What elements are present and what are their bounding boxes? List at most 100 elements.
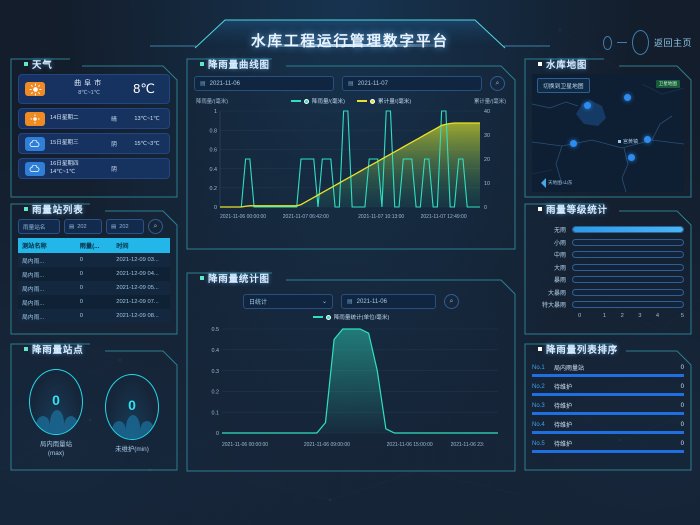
weather-forecast-row: 14日星期二 晴 13℃~1℃ <box>18 108 170 129</box>
svg-text:0.3: 0.3 <box>212 369 220 375</box>
curve-search-icon[interactable]: ⌕ <box>490 76 505 91</box>
curve-panel-title: 降雨量曲线图 <box>200 57 270 71</box>
rank-number: No.2 <box>532 383 545 390</box>
grade-label: 无雨 <box>553 228 566 234</box>
col-station-name: 测站名称 <box>18 238 76 253</box>
table-row[interactable]: 局内雨... 0 2021-12-09 04... <box>18 267 170 281</box>
legend-item-rainfall: 降雨量/(毫米) <box>290 97 345 105</box>
map-logo-icon <box>536 178 546 188</box>
svg-text:0.5: 0.5 <box>212 327 220 333</box>
grade-tick: 1 <box>602 312 607 319</box>
curve-end-date-picker[interactable]: ▤ 2021-11-07 <box>342 76 482 91</box>
gauge-label: 未维护(min) <box>115 445 149 453</box>
grade-row: 无雨 <box>532 225 684 234</box>
bullet-icon <box>24 347 28 351</box>
period-select[interactable]: 日统计 ⌄ <box>243 294 333 309</box>
sun-icon <box>25 111 45 126</box>
legend-item-cumulative: 累计量/(毫米) <box>357 97 411 105</box>
grade-x-axis: 0 1 2 3 4 5 <box>578 313 684 319</box>
gauge-panel-title: 降雨量站点 <box>24 342 84 356</box>
rank-name: 待维护 <box>554 404 573 410</box>
rank-fill <box>532 450 684 453</box>
rank-item[interactable]: No.2 待维护 0 <box>532 382 684 396</box>
rank-fill <box>532 431 684 434</box>
svg-text:2021-11-06 09:00:00: 2021-11-06 09:00:00 <box>304 442 350 448</box>
rank-value: 0 <box>680 402 684 409</box>
grade-track <box>572 226 684 233</box>
table-row[interactable]: 局内雨... 0 2021-12-09 08... <box>18 309 170 323</box>
map-body[interactable]: 宫黄镇 切换到卫星地图 卫星地图 天地图·山东 <box>532 74 684 192</box>
grade-bar-list: 无雨 小雨 中雨 大雨 暴雨 大暴雨 特大暴雨 <box>532 225 684 309</box>
bullet-icon <box>200 62 204 66</box>
decor-ellipse-small <box>602 35 612 50</box>
rank-panel-title: 降雨量列表排序 <box>538 342 618 356</box>
cell-value: 0 <box>79 285 83 291</box>
end-date-picker[interactable]: ▤ 202 <box>106 219 144 234</box>
svg-text:2021-11-06 00:00:00: 2021-11-06 00:00:00 <box>220 214 266 220</box>
calendar-icon: ▤ <box>348 81 354 87</box>
map-pin[interactable] <box>570 140 577 147</box>
gauge-item: 0 局内雨量站 (max) <box>29 369 83 459</box>
rank-name: 待维护 <box>554 423 573 429</box>
decor-line <box>616 42 627 43</box>
curve-start-date-value: 2021-11-06 <box>209 80 240 87</box>
cell-name: 局内雨... <box>22 300 45 307</box>
map-town-label: 宫黄镇 <box>618 138 638 145</box>
svg-text:1: 1 <box>214 109 217 115</box>
map-canvas[interactable]: 宫黄镇 切换到卫星地图 卫星地图 天地图·山东 <box>532 74 684 192</box>
weather-current-temp: 8℃ <box>133 81 155 96</box>
grade-track <box>572 276 684 283</box>
table-row[interactable]: 局内雨... 0 2021-12-09 07... <box>18 295 170 309</box>
table-row[interactable]: 局内雨... 0 2021-12-09 05... <box>18 281 170 295</box>
table-row[interactable]: 局内雨... 0 2021-12-09 03... <box>18 253 170 267</box>
svg-text:0.4: 0.4 <box>212 348 220 354</box>
start-date-picker[interactable]: ▤ 202 <box>64 219 102 234</box>
home-button[interactable]: 返回主页 <box>602 30 692 55</box>
weather-current-row: 曲阜市 8℃~1℃ 8℃ <box>18 74 170 104</box>
svg-text:30: 30 <box>484 133 490 139</box>
rank-item[interactable]: No.3 待维护 0 <box>532 401 684 415</box>
svg-text:0.8: 0.8 <box>210 128 218 134</box>
satellite-toggle-button[interactable]: 切换到卫星地图 <box>537 78 590 93</box>
rank-item[interactable]: No.1 局内雨量站 0 <box>532 363 684 377</box>
search-input[interactable]: 雨量站名 <box>18 219 60 234</box>
cell-name: 局内雨... <box>22 272 45 279</box>
rank-value: 0 <box>680 440 684 447</box>
grade-fill <box>573 227 683 232</box>
map-pin[interactable] <box>644 136 651 143</box>
weather-forecast-day: 14日星期二 <box>50 114 79 121</box>
weather-forecast-day: 16日星期四 14℃~1℃ <box>50 160 79 175</box>
rank-item[interactable]: No.5 待维护 0 <box>532 439 684 453</box>
curve-y2-axis-title: 累计量/(毫米) <box>473 99 506 105</box>
search-input-text: 雨量站名 <box>23 224 46 231</box>
stat-date-picker[interactable]: ▤ 2021-11-06 <box>341 294 436 309</box>
search-icon[interactable]: ⌕ <box>148 219 163 234</box>
cell-value: 0 <box>79 257 83 263</box>
grade-label: 大暴雨 <box>547 290 566 297</box>
station-table: 测站名称 雨量(... 时间 局内雨... 0 2021-12-09 03...… <box>18 238 170 323</box>
rank-fill <box>532 393 684 396</box>
grade-label: 中雨 <box>553 253 566 259</box>
rank-item[interactable]: No.4 待维护 0 <box>532 420 684 434</box>
rank-number: No.4 <box>532 421 545 428</box>
station-filters: 雨量站名 ▤ 202 ▤ 202 ⌕ <box>18 219 170 234</box>
rank-value: 0 <box>680 383 684 390</box>
grade-row: 暴雨 <box>532 275 684 284</box>
svg-text:20: 20 <box>484 157 490 163</box>
weather-forecast-cond: 晴 <box>111 116 117 123</box>
curve-start-date-picker[interactable]: ▤ 2021-11-06 <box>194 76 334 91</box>
grade-label: 大雨 <box>553 265 566 272</box>
grade-row: 特大暴雨 <box>532 300 684 309</box>
map-panel-title: 水库地图 <box>538 57 587 71</box>
rank-track <box>532 412 684 415</box>
stat-search-icon[interactable]: ⌕ <box>444 294 459 309</box>
map-pin[interactable] <box>628 154 635 161</box>
map-pin[interactable] <box>624 94 631 101</box>
grade-track <box>572 263 684 271</box>
grade-row: 大暴雨 <box>532 288 684 297</box>
stat-legend: 降雨量统计(单位/毫米) <box>194 313 508 321</box>
map-pin[interactable] <box>584 102 591 109</box>
bullet-icon <box>538 207 542 211</box>
calendar-icon: ▤ <box>111 223 117 230</box>
svg-text:2021-11-07 06:42:00: 2021-11-07 06:42:00 <box>283 214 329 220</box>
